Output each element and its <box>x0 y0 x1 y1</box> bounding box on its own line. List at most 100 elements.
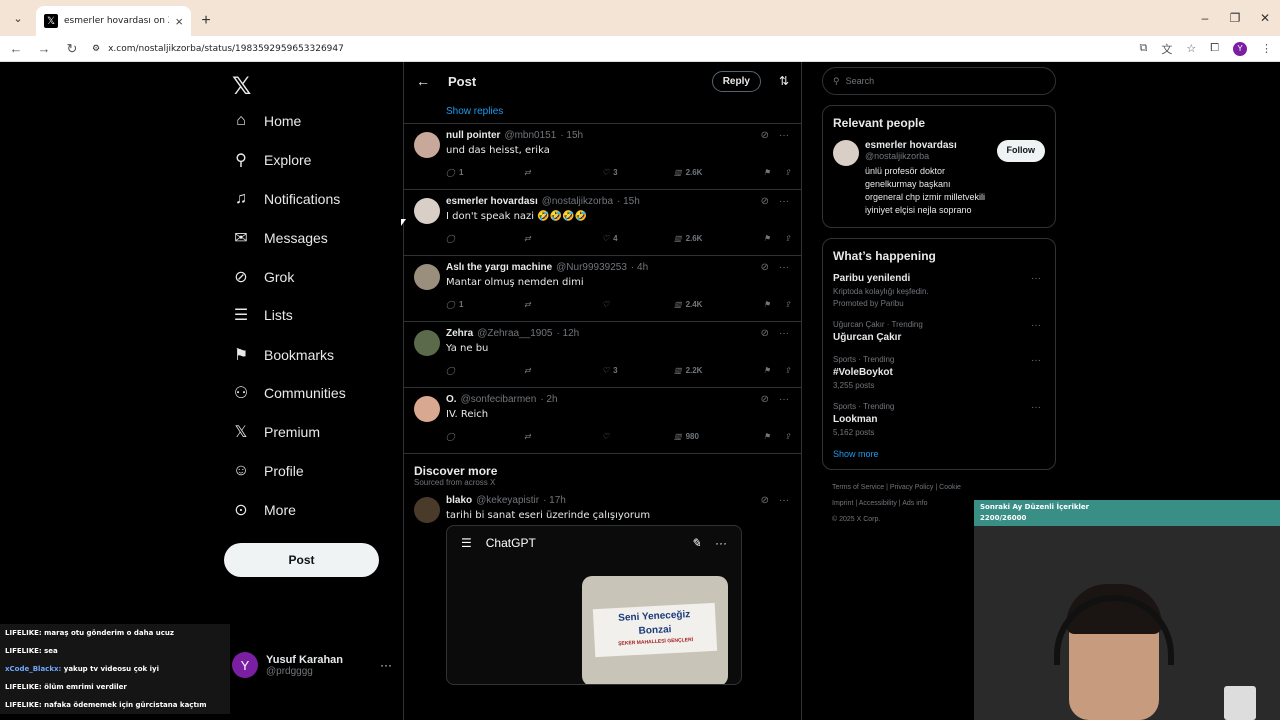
tweet-author-handle[interactable]: @kekeyapistir <box>476 495 539 506</box>
forward-icon[interactable]: → <box>36 41 52 56</box>
sidebar-item-notifications[interactable]: ♫ Notifications <box>232 190 340 208</box>
x-logo-icon[interactable]: 𝕏 <box>232 72 251 100</box>
bookmark-icon[interactable]: ⚑ <box>763 366 770 375</box>
bookmark-icon[interactable]: ⚑ <box>763 300 770 309</box>
footer-link[interactable]: Ads info <box>902 500 927 507</box>
more-options-icon[interactable]: ··· <box>1031 402 1041 413</box>
reply-action[interactable]: ◯ 1 <box>446 168 524 177</box>
trend-item[interactable]: Sports · Trending Lookman 5,162 posts ··… <box>833 402 1045 437</box>
bookmark-icon[interactable]: ⚑ <box>763 168 770 177</box>
tweet-author-handle[interactable]: @Nur99939253 <box>556 262 627 273</box>
avatar[interactable] <box>414 396 440 422</box>
avatar[interactable] <box>833 140 859 166</box>
repost-action[interactable]: ⇄ <box>524 300 602 309</box>
minimize-icon[interactable]: – <box>1190 11 1220 25</box>
new-tab-button[interactable]: + <box>191 6 221 36</box>
avatar[interactable] <box>414 330 440 356</box>
trend-item[interactable]: Paribu yenilendi Kriptoda kolaylığı keşf… <box>833 273 1045 308</box>
more-options-icon[interactable]: ··· <box>1031 273 1041 284</box>
tweet-author-handle[interactable]: @mbn0151 <box>504 130 556 141</box>
bookmark-icon[interactable]: ⚑ <box>763 432 770 441</box>
tweet-media[interactable]: ☰ ChatGPT ✎ ··· Seni Yeneceğiz Bonzai ŞEK… <box>446 525 742 685</box>
repost-action[interactable]: ⇄ <box>524 234 602 243</box>
menu-icon[interactable]: ⋮ <box>1261 42 1272 55</box>
tweet-author-name[interactable]: null pointer <box>446 130 500 141</box>
footer-link[interactable]: Terms of Service <box>832 484 884 491</box>
tweet-time[interactable]: · 15h <box>617 196 640 207</box>
repost-action[interactable]: ⇄ <box>524 432 602 441</box>
views-action[interactable]: ▥ 2.2K <box>674 366 758 375</box>
more-options-icon[interactable]: ··· <box>779 495 789 506</box>
tweet-author-name[interactable]: esmerler hovardası <box>446 196 538 207</box>
grok-icon[interactable]: ⊘ <box>761 262 769 273</box>
share-icon[interactable]: ⇪ <box>784 234 791 243</box>
back-arrow-icon[interactable]: ← <box>416 73 430 89</box>
sidebar-item-lists[interactable]: ☰ Lists <box>232 306 293 324</box>
tab-search-button[interactable]: ⌄ <box>0 0 36 36</box>
reply-tweet[interactable]: esmerler hovardası @nostaljikzorba · 15h I… <box>404 190 801 256</box>
more-options-icon[interactable]: ··· <box>779 130 789 141</box>
account-switcher[interactable]: Y Yusuf Karahan @prdgggg ··· <box>232 652 392 678</box>
restore-icon[interactable]: ❐ <box>1220 11 1250 25</box>
discover-tweet[interactable]: blako @kekeyapistir · 17h tarihi bi sanat … <box>404 491 801 691</box>
share-icon[interactable]: ⇪ <box>784 300 791 309</box>
tweet-time[interactable]: · 4h <box>631 262 648 273</box>
grok-icon[interactable]: ⊘ <box>761 130 769 141</box>
install-icon[interactable]: ⧉ <box>1139 42 1147 55</box>
reply-tweet[interactable]: null pointer @mbn0151 · 15h und das heisst… <box>404 124 801 190</box>
avatar[interactable] <box>414 132 440 158</box>
tweet-author-name[interactable]: Aslı the yargı machine <box>446 262 552 273</box>
tweet-author-handle[interactable]: @nostaljikzorba <box>542 196 613 207</box>
sidebar-item-bookmarks[interactable]: ⚑ Bookmarks <box>232 346 334 364</box>
more-options-icon[interactable]: ··· <box>779 328 789 339</box>
views-action[interactable]: ▥ 2.4K <box>674 300 758 309</box>
like-action[interactable]: ♡ 3 <box>602 366 674 375</box>
person-handle[interactable]: @nostaljikzorba <box>865 151 991 161</box>
translate-icon[interactable]: 文 <box>1161 41 1172 57</box>
avatar[interactable] <box>414 198 440 224</box>
bookmark-star-icon[interactable]: ☆ <box>1186 42 1196 55</box>
tweet-author-handle[interactable]: @Zehraa__1905 <box>477 328 552 339</box>
footer-link[interactable]: Cookie <box>939 484 961 491</box>
reply-action[interactable]: ◯ <box>446 234 524 243</box>
filter-icon[interactable]: ⇅ <box>779 74 789 88</box>
more-options-icon[interactable]: ··· <box>1031 355 1041 366</box>
profile-avatar[interactable]: Y <box>1233 41 1247 56</box>
like-action[interactable]: ♡ 3 <box>602 168 674 177</box>
bookmark-icon[interactable]: ⚑ <box>763 234 770 243</box>
show-replies-link[interactable]: Show replies <box>404 100 801 124</box>
tweet-author-name[interactable]: Zehra <box>446 328 473 339</box>
search-input[interactable]: ⚲ Search <box>822 67 1056 95</box>
tweet-author-handle[interactable]: @sonfecibarmen <box>461 394 537 405</box>
sidebar-item-grok[interactable]: ⊘ Grok <box>232 268 294 286</box>
reload-icon[interactable]: ↻ <box>64 41 80 57</box>
sidebar-item-communities[interactable]: ⚇ Communities <box>232 384 346 402</box>
share-icon[interactable]: ⇪ <box>784 168 791 177</box>
site-info-icon[interactable]: ⚙ <box>92 44 100 54</box>
avatar[interactable] <box>414 264 440 290</box>
more-options-icon[interactable]: ··· <box>380 658 392 672</box>
avatar[interactable] <box>414 497 440 523</box>
person-name[interactable]: esmerler hovardası <box>865 140 991 151</box>
address-bar[interactable]: ⚙ x.com/nostaljikzorba/status/1983592959… <box>92 38 1127 60</box>
post-button[interactable]: Post <box>224 543 379 577</box>
tweet-time[interactable]: · 17h <box>543 495 566 506</box>
reply-action[interactable]: ◯ <box>446 366 524 375</box>
sidebar-item-more[interactable]: ⊙ More <box>232 501 296 519</box>
like-action[interactable]: ♡ <box>602 300 674 309</box>
like-action[interactable]: ♡ <box>602 432 674 441</box>
views-action[interactable]: ▥ 2.6K <box>674 168 758 177</box>
reply-action[interactable]: ◯ 1 <box>446 300 524 309</box>
tweet-author-name[interactable]: O. <box>446 394 457 405</box>
tweet-time[interactable]: · 2h <box>540 394 557 405</box>
tweet-author-name[interactable]: blako <box>446 495 472 506</box>
more-options-icon[interactable]: ··· <box>1031 320 1041 331</box>
footer-link[interactable]: Accessibility <box>859 500 897 507</box>
sidebar-item-home[interactable]: ⌂ Home <box>232 112 301 130</box>
share-icon[interactable]: ⇪ <box>784 366 791 375</box>
grok-icon[interactable]: ⊘ <box>761 328 769 339</box>
tweet-time[interactable]: · 15h <box>560 130 583 141</box>
sidebar-item-explore[interactable]: ⚲ Explore <box>232 151 311 169</box>
show-more-link[interactable]: Show more <box>833 449 1045 459</box>
sidebar-item-profile[interactable]: ☺ Profile <box>232 462 304 480</box>
